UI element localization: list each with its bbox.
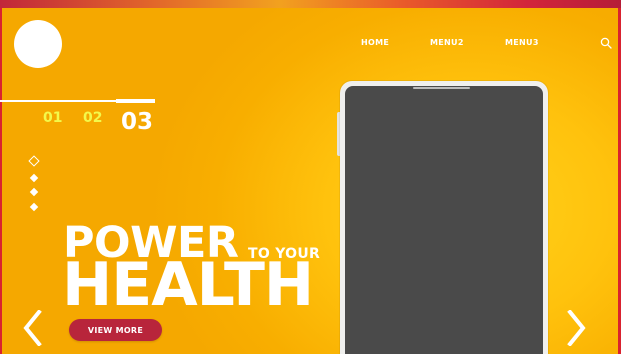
top-image-strip [0, 0, 621, 8]
view-more-button[interactable]: VIEW MORE [69, 319, 162, 341]
nav-menu3[interactable]: MENU3 [505, 38, 539, 47]
main-nav: HOME MENU2 MENU3 [0, 38, 621, 52]
pagination-dot-active[interactable] [28, 155, 40, 167]
nav-menu2[interactable]: MENU2 [430, 38, 464, 47]
slide-progress-track [0, 100, 116, 102]
slide-number-1[interactable]: 01 [43, 110, 62, 126]
left-edge-border [0, 8, 2, 354]
chevron-right-icon[interactable] [565, 310, 589, 346]
slide-progress-active [116, 99, 155, 103]
pagination-dot[interactable] [29, 173, 39, 183]
slide-number-2[interactable]: 02 [83, 110, 102, 126]
search-icon[interactable] [600, 37, 612, 49]
phone-screen [345, 86, 543, 354]
chevron-left-icon[interactable] [21, 310, 45, 346]
phone-speaker [413, 87, 470, 89]
pagination-dot[interactable] [29, 202, 39, 212]
hero-page: HOME MENU2 MENU3 01 02 03 POWER TO YOUR … [0, 0, 621, 354]
pagination-dot[interactable] [29, 187, 39, 197]
headline-health: HEALTH [62, 250, 314, 320]
slide-number-3[interactable]: 03 [121, 109, 153, 135]
nav-home[interactable]: HOME [361, 38, 389, 47]
phone-mockup [340, 81, 548, 354]
